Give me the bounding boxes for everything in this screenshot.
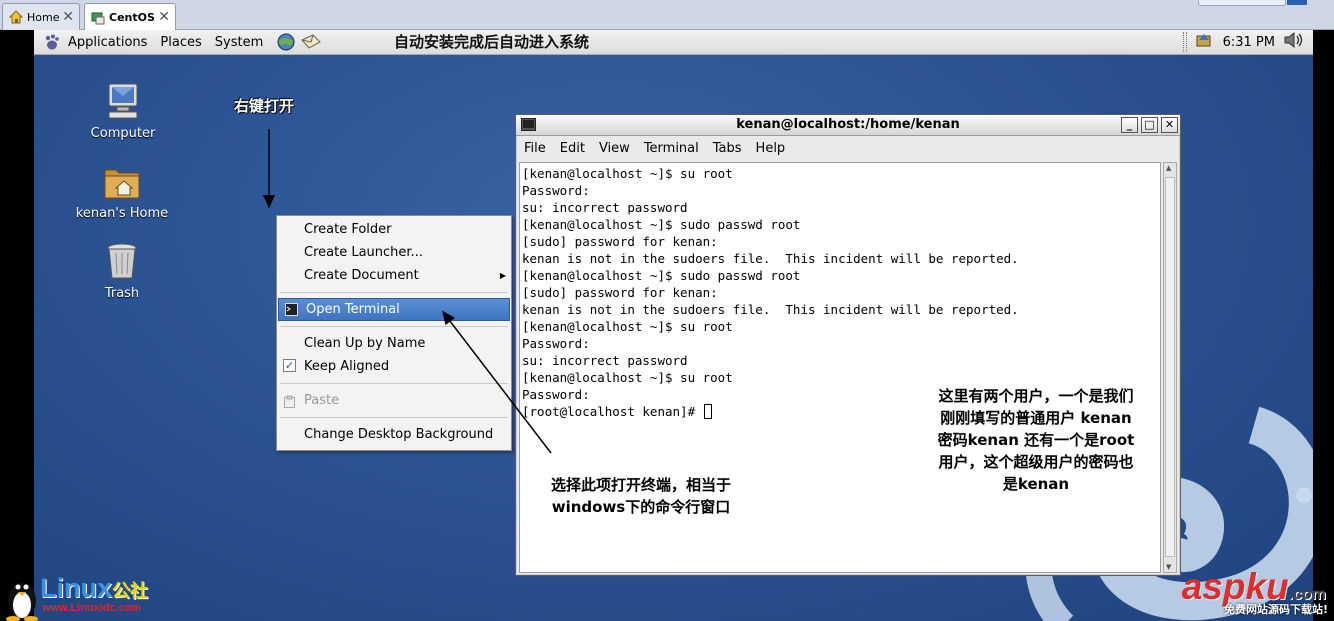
host-tab-label: Home bbox=[27, 10, 60, 24]
right-black-border bbox=[1313, 30, 1334, 621]
annotation-arrows bbox=[263, 129, 552, 454]
browser-icon[interactable] bbox=[276, 32, 298, 52]
aspku-tagline: 免费网站源码下载站! bbox=[1223, 603, 1328, 616]
linuxidc-url: www.Linuxidc.com bbox=[42, 602, 142, 614]
linuxidc-watermark: Linux公社 www.Linuxidc.com bbox=[0, 573, 185, 621]
close-icon[interactable]: ✕ bbox=[62, 9, 74, 25]
brand-cn-text: 公社 bbox=[112, 581, 148, 601]
linuxidc-brand: Linux公社 bbox=[40, 573, 148, 604]
panel-annotation: 自动安装完成后自动进入系统 bbox=[394, 33, 590, 51]
menu-places[interactable]: Places bbox=[160, 35, 201, 50]
host-tab-label: CentOS bbox=[109, 11, 155, 24]
brand-text: Linux bbox=[40, 573, 112, 603]
panel-handle[interactable] bbox=[1182, 32, 1187, 52]
left-black-border bbox=[0, 30, 34, 621]
home-icon bbox=[8, 10, 24, 24]
volume-icon[interactable] bbox=[1283, 31, 1305, 53]
panel-clock[interactable]: 6:31 PM bbox=[1223, 35, 1275, 50]
menu-system[interactable]: System bbox=[215, 35, 263, 50]
close-icon[interactable]: ✕ bbox=[158, 9, 170, 25]
aspku-watermark: aspku.com 免费网站源码下载站! bbox=[1164, 566, 1334, 621]
arrow-to-open-terminal bbox=[442, 310, 552, 454]
host-tab-bar: Home ✕ CentOS ✕ bbox=[0, 0, 1334, 31]
update-notifier-icon[interactable] bbox=[1195, 31, 1213, 53]
mail-icon[interactable] bbox=[300, 32, 322, 52]
top-panel: Applications Places System 自动安装完成后自动进入系统… bbox=[34, 30, 1313, 55]
menu-applications[interactable]: Applications bbox=[68, 35, 147, 50]
desktop[interactable]: Computer kenan's Home Trash 右键打开 Create … bbox=[34, 55, 1313, 621]
gnome-foot-icon[interactable] bbox=[42, 33, 62, 51]
host-tab-centos[interactable]: CentOS ✕ bbox=[84, 3, 176, 31]
tux-penguin-icon bbox=[6, 583, 38, 621]
host-toolbar-widget[interactable] bbox=[1198, 0, 1307, 6]
host-tab-home[interactable]: Home ✕ bbox=[2, 3, 80, 30]
vm-icon bbox=[91, 11, 105, 25]
